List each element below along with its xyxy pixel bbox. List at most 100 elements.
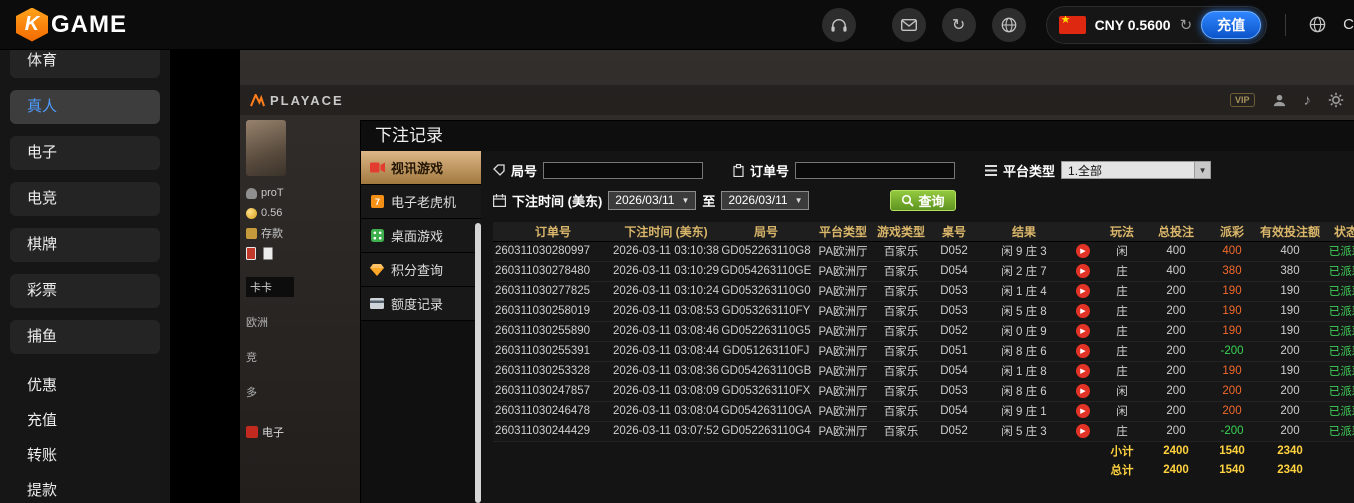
modal-tab-额度记录[interactable]: 额度记录 (361, 287, 481, 321)
date-from-select[interactable]: 2026/03/11 ▼ (608, 191, 696, 210)
cell-bet_on: 庄 (1097, 301, 1147, 321)
round-input[interactable] (543, 162, 703, 179)
currency-selector[interactable]: ★ CNY 0.5600 ↻ 充值 (1046, 6, 1268, 44)
sidebar-item-彩票[interactable]: 彩票 (10, 274, 160, 308)
sidebar-item-棋牌[interactable]: 棋牌 (10, 228, 160, 262)
balance-row[interactable]: 0.56 (246, 203, 298, 223)
sidebar-link-转账[interactable]: 转账 (0, 444, 170, 464)
cell-total_bet: 200 (1147, 281, 1205, 301)
play-video-icon[interactable]: ▶ (1076, 284, 1090, 298)
total-cell-total_bet: 2400 (1147, 460, 1205, 479)
cell-total_bet: 200 (1147, 421, 1205, 441)
cell-time: 2026-03-11 03:10:29 (613, 261, 719, 281)
cell-bet_on: 闲 (1097, 381, 1147, 401)
bet-table-head: 订单号下注时间 (美东)局号平台类型游戏类型桌号结果玩法总投注派彩有效投注额状态… (493, 222, 1354, 241)
mail-icon[interactable] (892, 8, 926, 42)
deposit-button[interactable]: 充值 (1201, 11, 1261, 39)
cards-row[interactable] (246, 243, 298, 263)
play-video-icon[interactable]: ▶ (1076, 344, 1090, 358)
subtotal-cell-time (613, 441, 719, 460)
cell-play: ▶ (1069, 421, 1097, 441)
sidebar-item-体育[interactable]: 体育 (10, 50, 160, 78)
total-cell-time (613, 460, 719, 479)
sync-icon[interactable]: ↻ (942, 8, 976, 42)
tab-label: 额度记录 (391, 294, 443, 313)
cell-order: 260311030258019 (493, 301, 613, 321)
language-globe-icon[interactable] (1300, 8, 1334, 42)
play-video-icon[interactable]: ▶ (1076, 384, 1090, 398)
coin-icon (246, 208, 257, 219)
cell-status: 已派彩 (1321, 321, 1354, 341)
play-video-icon[interactable]: ▶ (1076, 244, 1090, 258)
cell-play: ▶ (1069, 341, 1097, 361)
support-headset-icon[interactable] (822, 8, 856, 42)
lobby-label-电子[interactable]: 电子 (246, 422, 298, 442)
lobby-label-欧洲[interactable]: 欧洲 (246, 312, 298, 332)
modal-tab-电子老虎机[interactable]: 7电子老虎机 (361, 185, 481, 219)
cell-round: GD053263110FX (719, 381, 813, 401)
modal-tab-视讯游戏[interactable]: 视讯游戏 (361, 151, 481, 185)
sidebar-link-提款[interactable]: 提款 (0, 479, 170, 499)
language-label[interactable]: C (1343, 16, 1354, 33)
music-icon[interactable]: ♪ (1304, 92, 1312, 109)
cell-order: 260311030255391 (493, 341, 613, 361)
sidebar-item-电子[interactable]: 电子 (10, 136, 160, 170)
sidebar-item-电竞[interactable]: 电竞 (10, 182, 160, 216)
total-cell-payout: 1540 (1205, 460, 1259, 479)
username-row[interactable]: proT (246, 183, 298, 203)
cell-game: 百家乐 (873, 281, 929, 301)
play-video-icon[interactable]: ▶ (1076, 364, 1090, 378)
help-globe-icon[interactable] (992, 8, 1026, 42)
sidebar-link-充值[interactable]: 充值 (0, 409, 170, 429)
vip-icon[interactable]: VIP (1230, 93, 1255, 107)
cell-total_bet: 200 (1147, 341, 1205, 361)
table-row: 2603110302478572026-03-11 03:08:09GD0532… (493, 381, 1354, 401)
cell-payout: 200 (1205, 401, 1259, 421)
cell-payout: 190 (1205, 281, 1259, 301)
lobby-label-多[interactable]: 多 (246, 382, 298, 402)
settings-gear-icon[interactable] (1328, 92, 1344, 108)
platform-select[interactable]: 1.全部 ▼ (1061, 161, 1211, 179)
avatar[interactable] (246, 120, 286, 176)
play-video-icon[interactable]: ▶ (1076, 424, 1090, 438)
total-cell-platform (813, 460, 873, 479)
cell-payout: 190 (1205, 361, 1259, 381)
app-logo[interactable]: K GAME (16, 8, 127, 42)
cell-game: 百家乐 (873, 341, 929, 361)
modal-tab-桌面游戏[interactable]: 桌面游戏 (361, 219, 481, 253)
play-video-icon[interactable]: ▶ (1076, 324, 1090, 338)
sidebar-item-真人[interactable]: 真人 (10, 90, 160, 124)
cell-order: 260311030244429 (493, 421, 613, 441)
cell-result: 闲 1 庄 8 (979, 361, 1069, 381)
table-row: 2603110302580192026-03-11 03:08:53GD0532… (493, 301, 1354, 321)
sidebar-item-捕鱼[interactable]: 捕鱼 (10, 320, 160, 354)
deposit-row[interactable]: 存款 (246, 223, 298, 243)
sidebar-link-优惠[interactable]: 优惠 (0, 374, 170, 394)
cell-platform: PA欧洲厅 (813, 401, 873, 421)
dice-icon (369, 229, 385, 242)
play-video-icon[interactable]: ▶ (1076, 264, 1090, 278)
lobby-label-竞[interactable]: 竞 (246, 347, 298, 367)
platform-label: 平台类型 (1003, 161, 1055, 180)
cell-status: 已派彩 (1321, 261, 1354, 281)
search-button[interactable]: 查询 (890, 190, 955, 211)
friends-icon[interactable] (1272, 93, 1287, 108)
round-label: 局号 (511, 161, 537, 180)
refresh-balance-icon[interactable]: ↻ (1180, 16, 1193, 34)
total-cell-play (1069, 460, 1097, 479)
column-header: 订单号 (493, 222, 613, 241)
modal-tab-积分查询[interactable]: 积分查询 (361, 253, 481, 287)
subtotal-row: 小计240015402340 (493, 441, 1354, 460)
order-input[interactable] (795, 162, 955, 179)
cell-game: 百家乐 (873, 261, 929, 281)
play-video-icon[interactable]: ▶ (1076, 404, 1090, 418)
lobby-label-卡卡[interactable]: 卡卡 (246, 277, 294, 297)
tab-scrollbar[interactable] (475, 223, 481, 503)
cell-platform: PA欧洲厅 (813, 361, 873, 381)
slot-icon: 7 (369, 195, 385, 208)
date-to-select[interactable]: 2026/03/11 ▼ (721, 191, 809, 210)
lobby-label-text: 多 (246, 384, 257, 400)
play-video-icon[interactable]: ▶ (1076, 304, 1090, 318)
cell-round: GD054263110GA (719, 401, 813, 421)
total-cell-status (1321, 460, 1354, 479)
